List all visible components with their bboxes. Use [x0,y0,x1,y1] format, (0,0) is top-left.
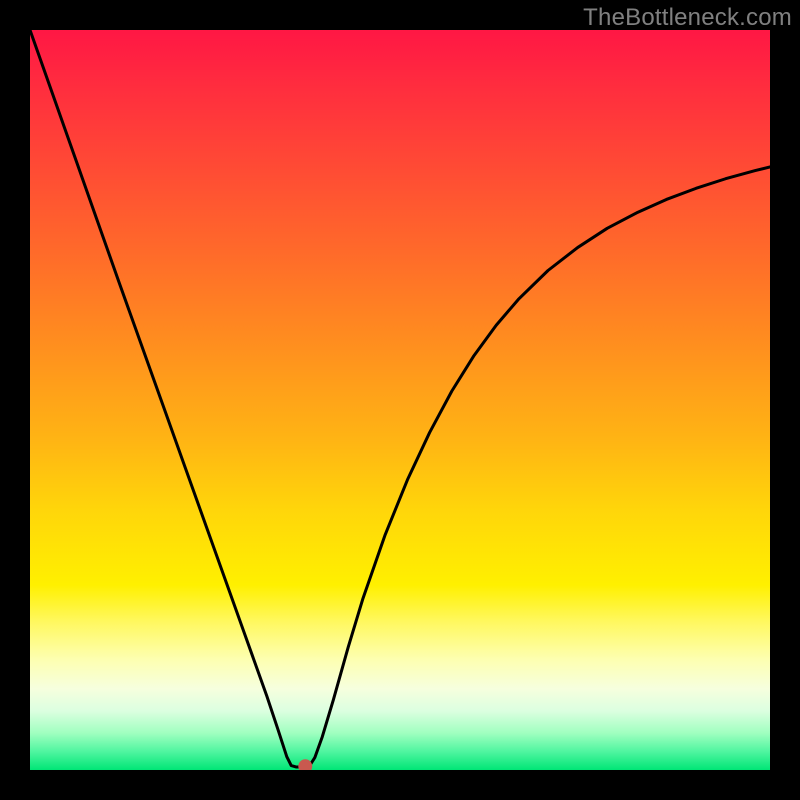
chart-frame: TheBottleneck.com [0,0,800,800]
watermark-text: TheBottleneck.com [583,4,792,32]
gradient-background [30,30,770,770]
plot-area [30,30,770,770]
chart-svg [30,30,770,770]
